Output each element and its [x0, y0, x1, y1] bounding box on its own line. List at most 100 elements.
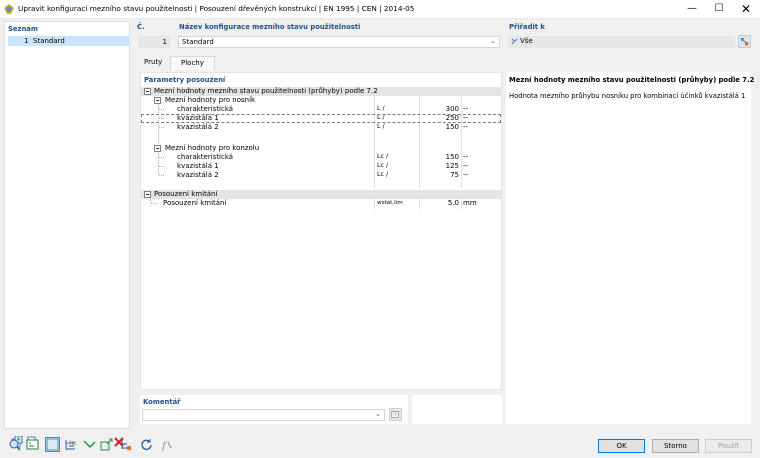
tab-pruty[interactable]: Pruty: [134, 56, 172, 70]
collapse-icon[interactable]: [144, 88, 151, 95]
param-value[interactable]: 300: [421, 105, 459, 113]
param-row-selected[interactable]: kvazistálá 1 L / 250 --: [141, 114, 501, 123]
param-label: Mezní hodnoty pro nosník: [165, 96, 256, 104]
parameters-label: Parametry posouzení: [144, 76, 226, 84]
comment-side-panel: [412, 395, 502, 424]
chevron-down-icon: ⌄: [490, 37, 496, 45]
tree-line: [159, 127, 164, 128]
view-icon[interactable]: [45, 437, 60, 452]
config-name-label: Název konfigurace mezního stavu použitel…: [179, 23, 361, 31]
svg-text:f: f: [161, 441, 168, 451]
assign-value: Vše: [520, 37, 533, 45]
list-item-standard[interactable]: 1 Standard: [8, 36, 130, 46]
tree-line: [159, 175, 164, 176]
param-symbol: Lc /: [377, 153, 389, 160]
chevron-down-icon: ⌄: [375, 410, 381, 418]
param-label: Posouzení kmitání: [154, 190, 218, 198]
config-name-value: Standard: [182, 38, 214, 46]
param-value[interactable]: 150: [421, 153, 459, 161]
maximize-button[interactable]: ☐: [705, 0, 733, 19]
param-unit: --: [463, 105, 469, 113]
assign-field: Vše: [508, 36, 735, 48]
config-name-combo[interactable]: Standard ⌄: [178, 36, 500, 48]
param-label: Mezní hodnoty pro konzolu: [165, 144, 260, 152]
reset-icon[interactable]: [140, 438, 153, 451]
param-label: kvazistálá 2: [177, 123, 219, 131]
collapse-icon[interactable]: [144, 191, 151, 198]
param-label: kvazistálá 2: [177, 171, 219, 179]
cancel-button[interactable]: Storno: [652, 439, 699, 453]
comment-combo[interactable]: ⌄: [142, 409, 385, 421]
param-value[interactable]: 125: [421, 162, 459, 170]
assign-section: Přiřadit k Vše: [506, 21, 751, 51]
param-symbol: L /: [377, 114, 385, 121]
units-icon[interactable]: [26, 438, 39, 451]
tree-line: [159, 118, 164, 119]
param-value[interactable]: 150: [421, 123, 459, 131]
param-row[interactable]: kvazistálá 2 L / 150 --: [141, 123, 501, 132]
collapse-icon[interactable]: [154, 97, 161, 104]
param-unit: --: [463, 114, 469, 122]
window-title: Upravit konfiguraci mezního stavu použit…: [18, 4, 415, 13]
number-field: 1: [138, 36, 170, 48]
tree-line: [151, 203, 156, 204]
title-bar: Upravit konfiguraci mezního stavu použit…: [0, 0, 760, 19]
select-objects-icon[interactable]: [738, 35, 751, 48]
number-section: Č. 1: [134, 21, 172, 51]
description-panel: Mezní hodnoty mezního stavu použitelnost…: [506, 72, 755, 424]
tab-plochy[interactable]: Plochy: [170, 56, 215, 70]
comment-label: Komentář: [143, 398, 181, 406]
param-value[interactable]: 5.0: [421, 199, 459, 207]
param-value[interactable]: 250: [421, 114, 459, 122]
param-value[interactable]: 75: [421, 171, 459, 179]
description-text: Hodnota mezního průhybu nosníku pro komb…: [509, 92, 746, 100]
param-group-beam[interactable]: Mezní hodnoty pro nosník: [141, 96, 501, 105]
export-icon[interactable]: [100, 438, 113, 451]
param-symbol: L /: [377, 123, 385, 130]
comment-edit-icon[interactable]: [389, 408, 402, 421]
param-label: kvazistálá 1: [177, 114, 219, 122]
param-unit: mm: [463, 199, 477, 207]
app-icon: [4, 4, 14, 14]
param-row[interactable]: charakteristická Lc / 150 --: [141, 153, 501, 162]
collapse-icon[interactable]: [154, 145, 161, 152]
minimize-button[interactable]: —: [678, 0, 706, 19]
param-unit: --: [463, 153, 469, 161]
bottom-toolbar: f OK Storno Použít: [0, 432, 760, 458]
param-symbol: Lc /: [377, 171, 389, 178]
formula-icon[interactable]: f: [160, 438, 173, 451]
param-row[interactable]: kvazistálá 2 Lc / 75 --: [141, 171, 501, 180]
number-label: Č.: [137, 23, 145, 31]
tree-line: [159, 109, 164, 110]
param-symbol: wstat,lim: [377, 200, 403, 206]
param-group-vibration[interactable]: Posouzení kmitání: [141, 190, 501, 199]
apply-button[interactable]: Použít: [705, 439, 752, 453]
filter-icon[interactable]: [83, 438, 96, 451]
param-unit: --: [463, 123, 469, 131]
param-group-deflection[interactable]: Mezní hodnoty mezního stavu použitelnost…: [141, 87, 501, 96]
param-symbol: Lc /: [377, 162, 389, 169]
param-group-cantilever[interactable]: Mezní hodnoty pro konzolu: [141, 144, 501, 153]
config-name-section: Název konfigurace mezního stavu použitel…: [176, 21, 502, 51]
param-row[interactable]: kvazistálá 1 Lc / 125 --: [141, 162, 501, 171]
param-unit: --: [463, 171, 469, 179]
ok-button[interactable]: OK: [598, 439, 645, 453]
list-panel: Seznam 1 Standard: [4, 21, 130, 448]
comment-section: Komentář ⌄: [140, 395, 408, 424]
param-symbol: L /: [377, 105, 385, 112]
param-unit: --: [463, 162, 469, 170]
close-button[interactable]: ✕: [732, 0, 760, 19]
param-row[interactable]: Posouzení kmitání wstat,lim 5.0 mm: [141, 199, 501, 208]
assign-all-icon: [511, 38, 518, 45]
search-icon[interactable]: [8, 438, 21, 451]
description-title: Mezní hodnoty mezního stavu použitelnost…: [509, 76, 755, 84]
param-label: kvazistálá 1: [177, 162, 219, 170]
tree-line: [159, 166, 164, 167]
table-icon[interactable]: [120, 438, 133, 451]
assign-label: Přiřadit k: [509, 23, 545, 31]
parameters-panel: Parametry posouzení Mezní hodnoty mezníh…: [140, 72, 502, 390]
list-label: Seznam: [8, 25, 38, 33]
param-row[interactable]: charakteristická L / 300 --: [141, 105, 501, 114]
structure-icon[interactable]: [64, 438, 77, 451]
list-item-number: 1: [24, 37, 29, 45]
